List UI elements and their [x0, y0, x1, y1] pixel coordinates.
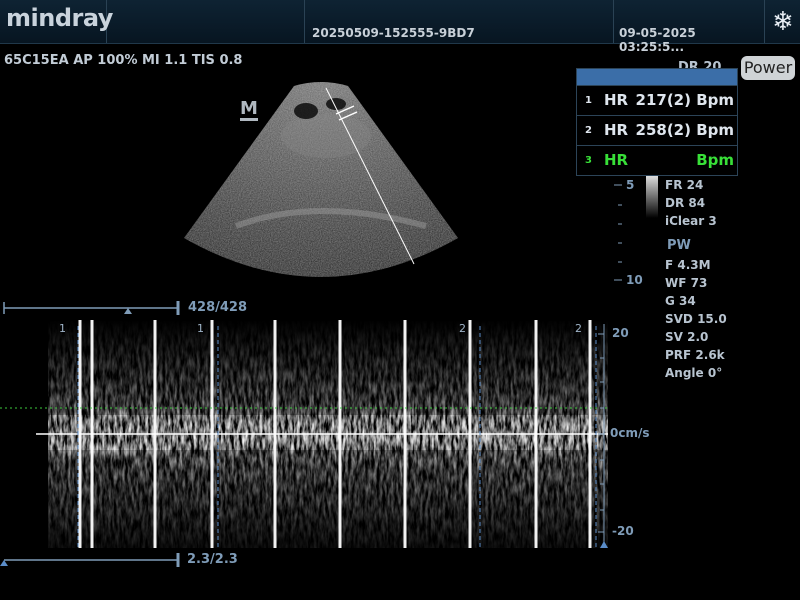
doppler-spectrum: [0, 320, 610, 548]
datetime-segment: 09-05-2025 03:25:5...: [614, 0, 765, 54]
cine-slider-bottom[interactable]: [0, 550, 182, 570]
exam-segment: 20250509-152555-9BD7: [305, 0, 614, 43]
cycle-marker: 1: [197, 322, 204, 335]
patient-segment[interactable]: [107, 0, 305, 43]
cycle-marker: 2: [575, 322, 582, 335]
hr-row[interactable]: 3 HR Bpm: [577, 145, 737, 175]
param-line: F 4.3M: [665, 258, 711, 272]
param-line: iClear 3: [665, 214, 717, 228]
cine-slider-bottom-label: 2.3/2.3: [187, 552, 238, 567]
param-line: DR 84: [665, 196, 706, 210]
hr-row-value: Bpm: [696, 151, 734, 169]
hr-row-index: 3: [585, 155, 592, 166]
velocity-label-bottom: -20: [612, 524, 634, 538]
velocity-label-top: 20: [612, 326, 629, 340]
hr-row-value: 217(2) Bpm: [635, 91, 734, 109]
param-line: Angle 0°: [665, 366, 723, 380]
brand-logo: mindray: [6, 4, 113, 32]
cycle-marker: 1: [59, 322, 66, 335]
bmode-image: [184, 82, 458, 277]
depth-label-top: 5: [626, 178, 635, 192]
hr-row[interactable]: 1 HR 217(2) Bpm: [577, 85, 737, 115]
exam-id: 20250509-152555-9BD7: [312, 26, 475, 40]
power-button[interactable]: Power: [741, 56, 795, 80]
pw-mode-label: PW: [667, 238, 691, 253]
top-bar: mindray 20250509-152555-9BD7 09-05-2025 …: [0, 0, 800, 54]
orientation-marker: M: [240, 98, 258, 121]
pw-params: F 4.3M WF 73 G 34 SVD 15.0 SV 2.0 PRF 2.…: [665, 258, 727, 384]
hr-row[interactable]: 2 HR 258(2) Bpm: [577, 115, 737, 145]
hr-row-label: HR: [604, 151, 629, 169]
datetime: 09-05-2025 03:25:5...: [619, 26, 696, 54]
probe-info: 65C15EA AP 100% MI 1.1 TIS 0.8: [4, 53, 243, 68]
hr-panel: 1 HR 217(2) Bpm 2 HR 258(2) Bpm 3 HR Bpm: [576, 68, 738, 176]
param-line: FR 24: [665, 178, 704, 192]
param-line: G 34: [665, 294, 696, 308]
depth-label-bottom: 10: [626, 273, 643, 287]
hr-row-value: 258(2) Bpm: [635, 121, 734, 139]
hr-row-index: 1: [585, 95, 592, 106]
param-line: SV 2.0: [665, 330, 709, 344]
param-line: SVD 15.0: [665, 312, 727, 326]
param-line: PRF 2.6k: [665, 348, 725, 362]
depth-scale: [614, 176, 658, 281]
snowflake-icon[interactable]: ❄: [766, 4, 800, 40]
velocity-label-baseline: 0cm/s: [610, 426, 650, 440]
hr-row-label: HR: [604, 121, 629, 139]
brand-segment: mindray: [0, 0, 113, 43]
hr-row-label: HR: [604, 91, 629, 109]
cine-slider-top-label: 428/428: [188, 300, 248, 315]
hr-row-index: 2: [585, 125, 592, 136]
cycle-marker: 2: [459, 322, 466, 335]
cine-slider-top[interactable]: [0, 298, 182, 318]
bmode-params: FR 24 DR 84 iClear 3: [665, 178, 717, 232]
param-line: WF 73: [665, 276, 708, 290]
hr-panel-header: [577, 69, 737, 85]
